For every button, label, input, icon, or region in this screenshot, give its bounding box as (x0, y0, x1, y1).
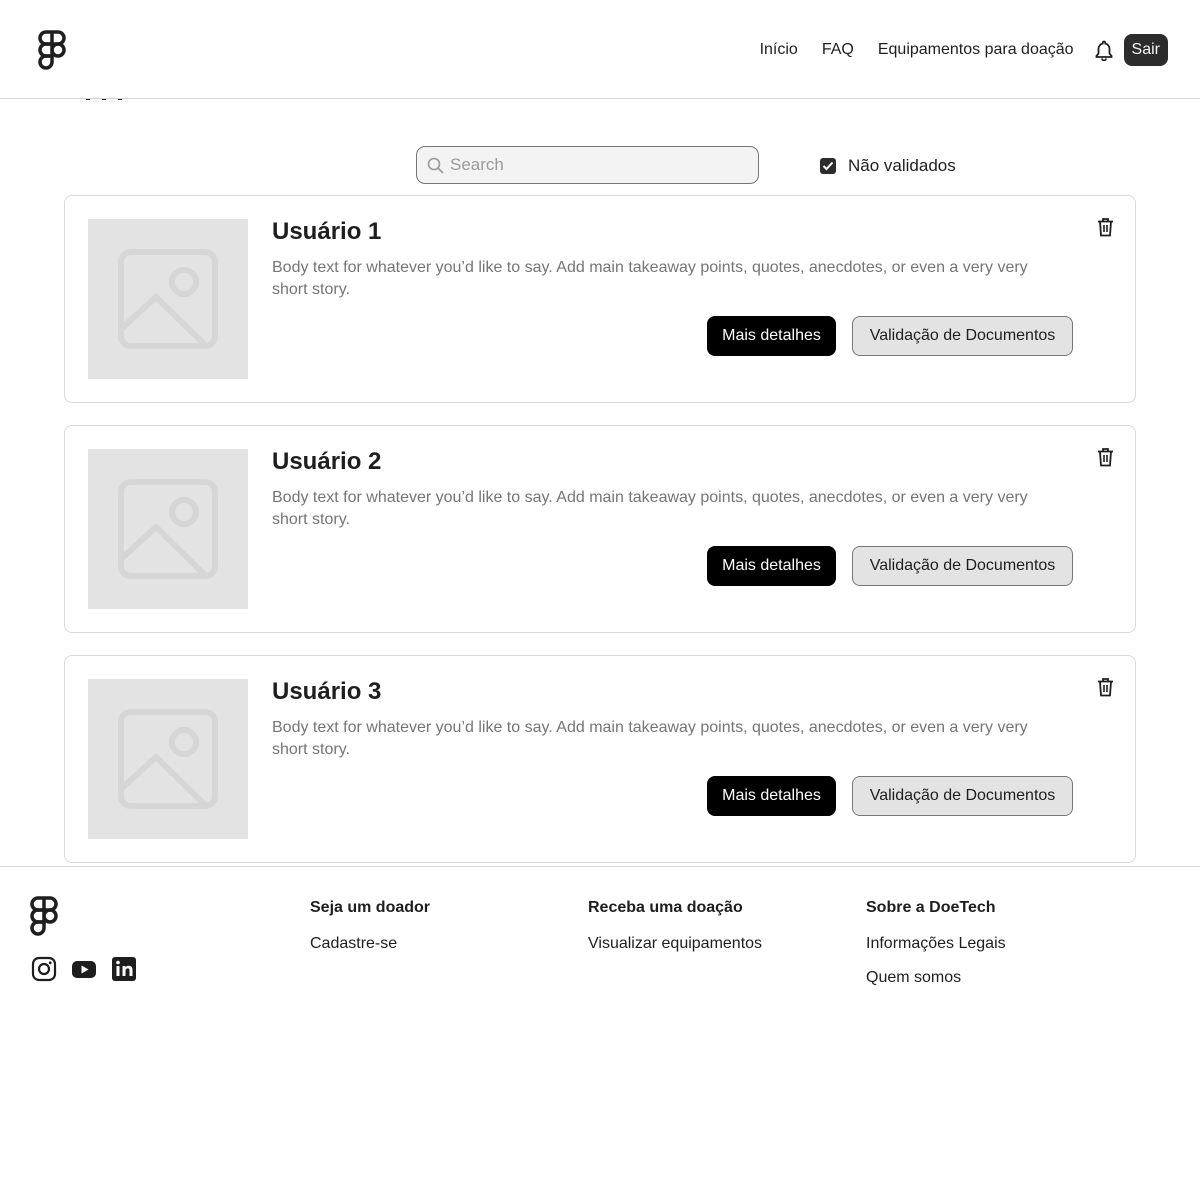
footer-column-receive: Receba uma doação Visualizar equipamento… (588, 899, 762, 967)
user-card: Usuário 2 Body text for whatever you’d l… (64, 425, 1136, 633)
bell-icon[interactable] (1094, 39, 1114, 61)
card-title: Usuário 3 (272, 678, 382, 705)
footer-link-view-equipment[interactable]: Visualizar equipamentos (588, 933, 762, 955)
footer-link-about-us[interactable]: Quem somos (866, 967, 1006, 989)
not-validated-checkbox[interactable] (820, 158, 836, 174)
validate-documents-button[interactable]: Validação de Documentos (852, 776, 1073, 816)
social-links (31, 956, 151, 982)
footer-column-title: Sobre a DoeTech (866, 899, 996, 916)
not-validated-label: Não validados (848, 156, 956, 175)
image-placeholder-icon (88, 449, 248, 609)
nav-link-equipamentos[interactable]: Equipamentos para doação (878, 34, 1074, 66)
not-validated-filter[interactable]: Não validados (820, 156, 956, 176)
footer: Seja um doador Cadastre-se Receba uma do… (0, 866, 1200, 1202)
trash-icon[interactable] (1095, 216, 1115, 238)
image-placeholder-icon (88, 679, 248, 839)
footer-column-donor: Seja um doador Cadastre-se (310, 899, 430, 967)
card-body: Body text for whatever you’d like to say… (272, 719, 1028, 758)
linkedin-icon[interactable] (111, 956, 137, 982)
card-body: Body text for whatever you’d like to say… (272, 259, 1028, 298)
instagram-icon[interactable] (31, 956, 57, 982)
card-title: Usuário 1 (272, 218, 382, 245)
footer-column-about: Sobre a DoeTech Informações Legais Quem … (866, 899, 1006, 1001)
user-card: Usuário 3 Body text for whatever you’d l… (64, 655, 1136, 863)
trash-icon[interactable] (1095, 676, 1115, 698)
validate-documents-button[interactable]: Validação de Documentos (852, 316, 1073, 356)
footer-column-title: Receba uma doação (588, 899, 743, 916)
trash-icon[interactable] (1095, 446, 1115, 468)
logo-icon[interactable] (30, 896, 58, 936)
search-input[interactable] (450, 155, 740, 175)
validate-documents-button[interactable]: Validação de Documentos (852, 546, 1073, 586)
logo-icon[interactable] (38, 30, 66, 70)
footer-link-legal[interactable]: Informações Legais (866, 933, 1006, 955)
search-field[interactable] (416, 146, 759, 184)
nav-link-faq[interactable]: FAQ (822, 34, 854, 66)
main-nav: Início FAQ Equipamentos para doação Sair (736, 34, 1168, 66)
logout-button[interactable]: Sair (1123, 34, 1168, 66)
search-icon (427, 157, 444, 174)
nav-link-inicio[interactable]: Início (760, 34, 798, 66)
image-placeholder-icon (88, 219, 248, 379)
youtube-icon[interactable] (71, 956, 97, 982)
card-body: Body text for whatever you’d like to say… (272, 489, 1028, 528)
top-navigation: Início FAQ Equipamentos para doação Sair (0, 0, 1200, 99)
footer-link-register[interactable]: Cadastre-se (310, 933, 430, 955)
more-details-button[interactable]: Mais detalhes (707, 776, 836, 816)
more-details-button[interactable]: Mais detalhes (707, 316, 836, 356)
user-card: Usuário 1 Body text for whatever you’d l… (64, 195, 1136, 403)
more-details-button[interactable]: Mais detalhes (707, 546, 836, 586)
footer-column-title: Seja um doador (310, 899, 431, 916)
card-title: Usuário 2 (272, 448, 382, 475)
